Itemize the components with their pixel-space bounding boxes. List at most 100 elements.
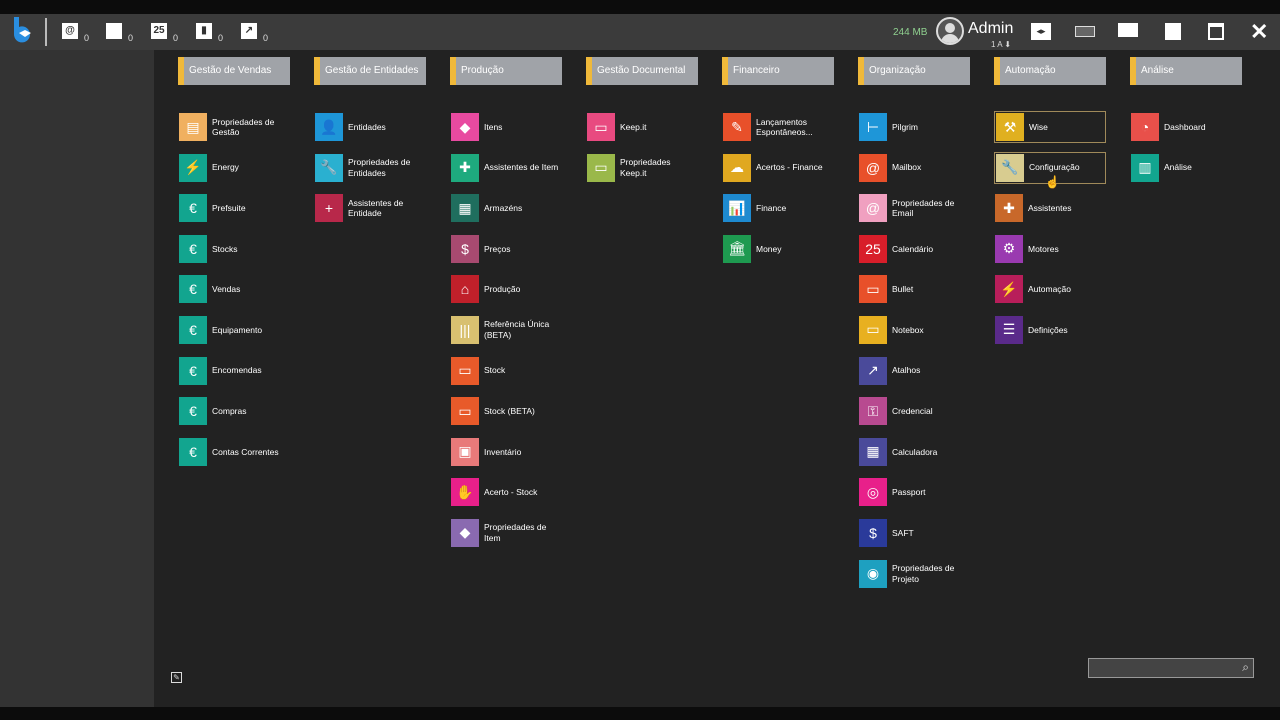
app-tile[interactable]: ⚙ Motores xyxy=(994,233,1106,265)
group-header[interactable]: Automação xyxy=(994,57,1106,85)
app-tile[interactable]: ⚒ Wise xyxy=(994,111,1106,143)
close-icon[interactable]: ✕ xyxy=(1250,21,1268,43)
shortcut-icon[interactable]: ↗ xyxy=(241,23,257,39)
app-tile[interactable]: ✋ Acerto - Stock xyxy=(450,476,562,508)
app-launcher: Gestão de Vendas ▤ Propriedades de Gestão ⚡… xyxy=(154,50,1280,707)
group-column: Gestão de Vendas ▤ Propriedades de Gestão ⚡… xyxy=(178,57,290,476)
app-label: Finance xyxy=(756,202,787,213)
app-tile[interactable]: ↗ Atalhos xyxy=(858,355,970,387)
app-tile[interactable]: 25 Calendário xyxy=(858,233,970,265)
window-icon[interactable] xyxy=(106,23,122,39)
app-tile[interactable]: ||| Referência Única (BETA) xyxy=(450,314,562,346)
group-header[interactable]: Organização xyxy=(858,57,970,85)
app-tile[interactable]: € Equipamento xyxy=(178,314,290,346)
app-icon: ▭ xyxy=(587,113,615,141)
app-tile[interactable]: @ Propriedades de Email xyxy=(858,192,970,224)
app-tile[interactable]: ☰ Definições xyxy=(994,314,1106,346)
app-tile[interactable]: ✎ Lançamentos Espontâneos... xyxy=(722,111,834,143)
app-tile[interactable]: ◆ Propriedades de Item xyxy=(450,517,562,549)
app-tile[interactable]: ▭ Stock (BETA) xyxy=(450,395,562,427)
app-icon: ◔ xyxy=(1131,113,1159,141)
app-tile[interactable]: ◎ Passport xyxy=(858,476,970,508)
app-tile[interactable]: ⚿ Credencial xyxy=(858,395,970,427)
edit-icon[interactable]: ✎ xyxy=(171,672,182,683)
app-tile[interactable]: € Prefsuite xyxy=(178,192,290,224)
app-icon: 🔧 xyxy=(315,153,343,182)
app-label: Armazéns xyxy=(484,202,523,213)
group-column: Gestão Documental ▭ Keep.it ▭ Propriedades K… xyxy=(586,57,698,192)
app-tile[interactable]: ⌂ Produção xyxy=(450,273,562,305)
app-tile[interactable]: ▭ Notebox xyxy=(858,314,970,346)
split-view-icon[interactable]: ◂▸ xyxy=(1031,23,1051,40)
app-tile[interactable]: € Compras xyxy=(178,395,290,427)
app-tile[interactable]: € Encomendas xyxy=(178,355,290,387)
app-tile[interactable]: 📊 Finance xyxy=(722,192,834,224)
app-label: Mailbox xyxy=(892,162,922,173)
app-icon: ✎ xyxy=(723,113,751,141)
group-header[interactable]: Análise xyxy=(1130,57,1242,85)
app-tile[interactable]: ▦ Armazéns xyxy=(450,192,562,224)
app-tile[interactable]: ▭ Propriedades Keep.it xyxy=(586,152,698,184)
user-avatar-icon[interactable] xyxy=(936,17,964,45)
app-tile[interactable]: $ SAFT xyxy=(858,517,970,549)
search-icon[interactable]: ⌕ xyxy=(1242,660,1249,675)
app-icon: € xyxy=(179,356,207,385)
app-tile[interactable]: ▦ Calculadora xyxy=(858,436,970,468)
app-tile[interactable]: € Vendas xyxy=(178,273,290,305)
app-tile[interactable]: ▭ Stock xyxy=(450,355,562,387)
app-tile[interactable]: ⊢ Pilgrim xyxy=(858,111,970,143)
app-icon: ⊢ xyxy=(859,113,887,141)
app-tile[interactable]: € Contas Correntes xyxy=(178,436,290,468)
app-logo[interactable] xyxy=(11,17,35,47)
top-toolbar: @0 0 25 0 ▮ 0 ↗ 0 244 MB Admin 1 A ⬇ ◂▸ ✕ xyxy=(0,14,1280,50)
memory-usage: 244 MB xyxy=(893,27,928,38)
app-tile[interactable]: ✚ Assistentes xyxy=(994,192,1106,224)
app-icon: € xyxy=(179,275,207,304)
minimize-icon[interactable] xyxy=(1165,23,1181,40)
app-tile[interactable]: + Assistentes de Entidade xyxy=(314,192,426,224)
app-tile[interactable]: ◉ Propriedades de Projeto xyxy=(858,558,970,590)
app-icon: @ xyxy=(859,194,887,223)
app-label: Acertos - Finance xyxy=(756,162,823,173)
app-tile[interactable]: ☁ Acertos - Finance xyxy=(722,152,834,184)
app-tile[interactable]: ◆ Itens xyxy=(450,111,562,143)
app-tile[interactable]: $ Preços xyxy=(450,233,562,265)
search-input[interactable]: ⌕ xyxy=(1088,658,1254,678)
app-tile[interactable]: ▭ Bullet xyxy=(858,273,970,305)
app-tile[interactable]: 🔧 Propriedades de Entidades xyxy=(314,152,426,184)
user-name[interactable]: Admin xyxy=(968,20,1013,38)
keyboard-icon[interactable] xyxy=(1075,26,1095,37)
group-header[interactable]: Financeiro xyxy=(722,57,834,85)
app-label: Configuração xyxy=(1029,162,1080,173)
maximize-icon[interactable] xyxy=(1208,23,1224,40)
app-tile[interactable]: @ Mailbox xyxy=(858,152,970,184)
group-header[interactable]: Gestão de Entidades xyxy=(314,57,426,85)
app-icon: ||| xyxy=(451,315,479,344)
group-header[interactable]: Gestão Documental xyxy=(586,57,698,85)
app-tile[interactable]: 👤 Entidades xyxy=(314,111,426,143)
group-header[interactable]: Produção xyxy=(450,57,562,85)
group-header[interactable]: Gestão de Vendas xyxy=(178,57,290,85)
at-icon[interactable]: @ xyxy=(62,23,78,39)
app-tile[interactable]: ✚ Assistentes de Item xyxy=(450,152,562,184)
remote-screen-icon[interactable] xyxy=(1118,23,1138,37)
app-icon: ⚿ xyxy=(859,397,887,426)
app-tile[interactable]: ▭ Keep.it xyxy=(586,111,698,143)
app-tile[interactable]: ▥ Análise xyxy=(1130,152,1242,184)
app-tile[interactable]: ◔ Dashboard xyxy=(1130,111,1242,143)
app-tile[interactable]: ▤ Propriedades de Gestão xyxy=(178,111,290,143)
app-tile[interactable]: ⚡ Automação xyxy=(994,273,1106,305)
app-icon: $ xyxy=(859,518,887,547)
bullet-icon[interactable]: ▮ xyxy=(196,23,212,39)
group-column: Financeiro ✎ Lançamentos Espontâneos... ☁ Ac… xyxy=(722,57,834,273)
counter-value: 0 xyxy=(128,33,134,43)
app-tile[interactable]: € Stocks xyxy=(178,233,290,265)
app-label: Keep.it xyxy=(620,121,647,132)
app-tile[interactable]: 🏛 Money xyxy=(722,233,834,265)
calendar-icon[interactable]: 25 xyxy=(151,23,167,39)
app-tile[interactable]: ▣ Inventário xyxy=(450,436,562,468)
app-icon: € xyxy=(179,437,207,466)
app-tile[interactable]: ⚡ Energy xyxy=(178,152,290,184)
app-icon: € xyxy=(179,234,207,263)
app-label: Wise xyxy=(1029,121,1048,132)
